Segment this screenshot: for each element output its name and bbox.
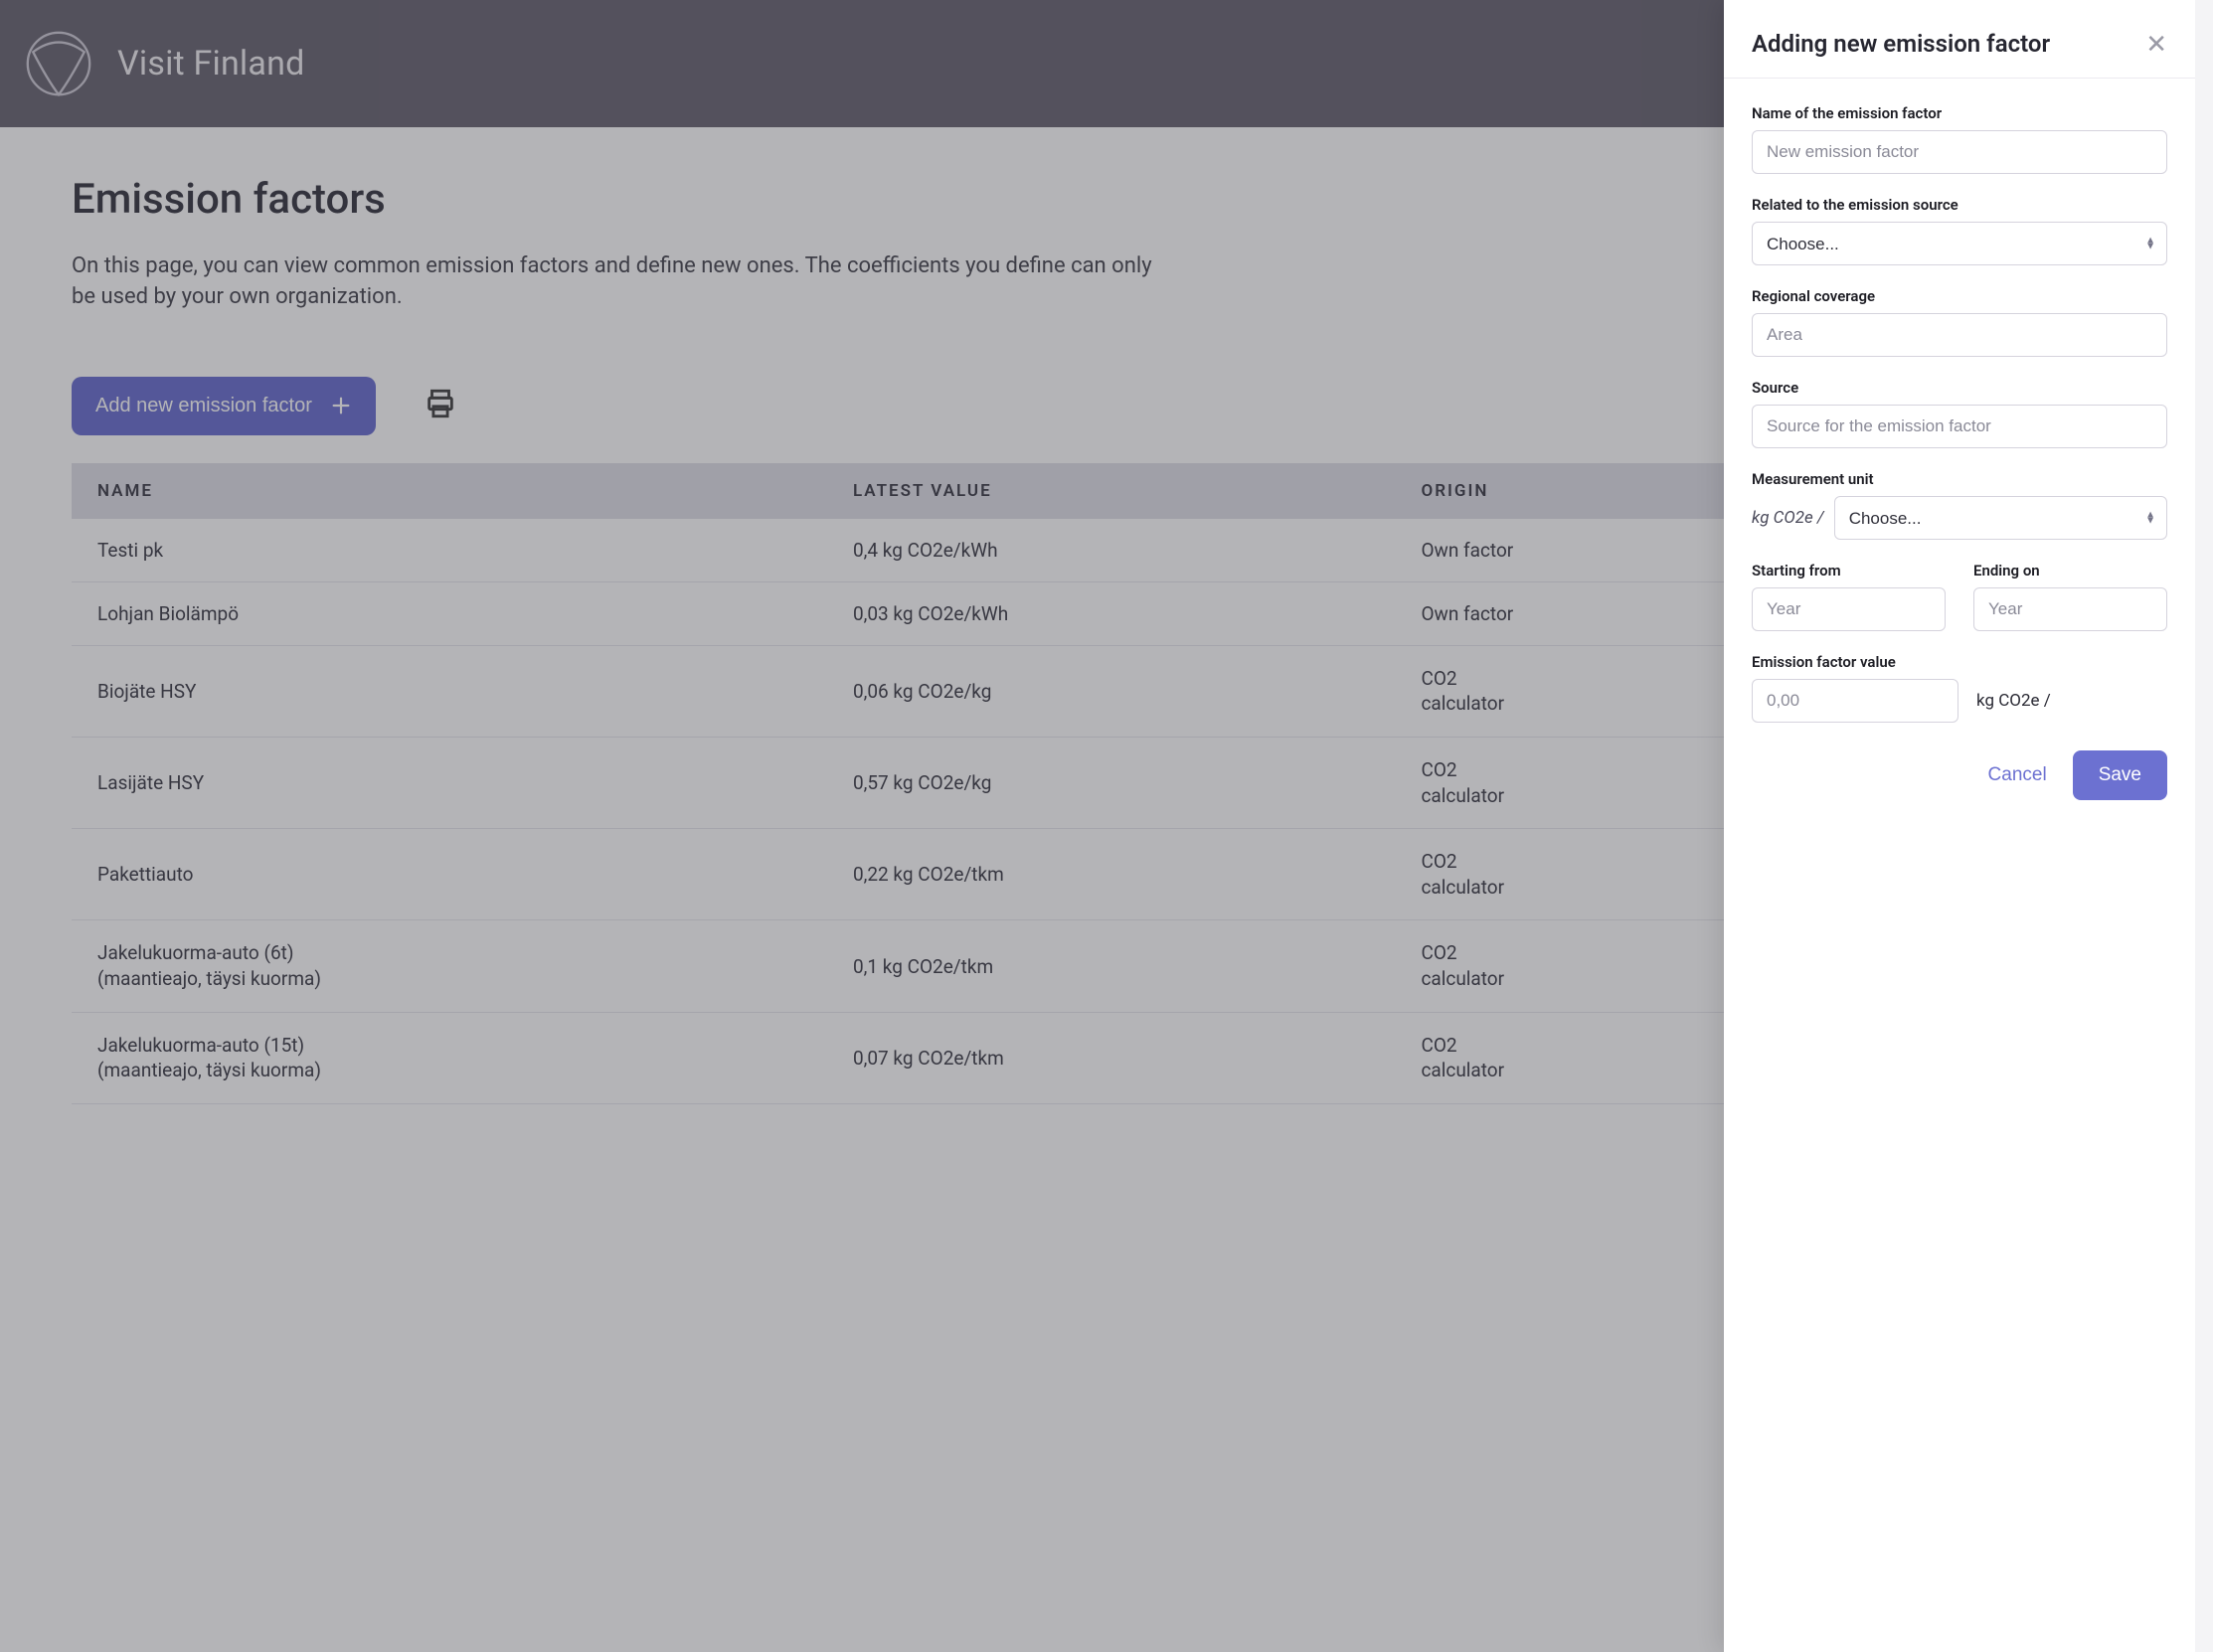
source-input[interactable] [1752,405,2167,448]
source-label: Source [1752,379,2167,397]
end-label: Ending on [1973,562,2167,579]
start-label: Starting from [1752,562,1946,579]
start-input[interactable] [1752,587,1946,631]
drawer-body: Name of the emission factor Related to t… [1724,79,2195,1652]
related-select[interactable]: Choose... [1752,222,2167,265]
drawer-title: Adding new emission factor [1752,30,2050,58]
drawer-header: Adding new emission factor ✕ [1724,0,2195,79]
cancel-button[interactable]: Cancel [1988,764,2047,786]
add-factor-drawer: Adding new emission factor ✕ Name of the… [1724,0,2213,1652]
related-label: Related to the emission source [1752,196,2167,214]
value-input[interactable] [1752,679,1958,723]
region-label: Regional coverage [1752,287,2167,305]
unit-label: Measurement unit [1752,470,2167,488]
value-label: Emission factor value [1752,653,2167,671]
close-button[interactable]: ✕ [2145,31,2167,57]
unit-prefix: kg CO2e / [1752,508,1824,528]
value-suffix: kg CO2e / [1976,691,2051,711]
close-icon: ✕ [2145,29,2167,59]
name-label: Name of the emission factor [1752,104,2167,122]
unit-select[interactable]: Choose... [1834,496,2167,540]
name-input[interactable] [1752,130,2167,174]
drawer-actions: Cancel Save [1752,750,2167,800]
save-button[interactable]: Save [2073,750,2167,800]
end-input[interactable] [1973,587,2167,631]
region-input[interactable] [1752,313,2167,357]
